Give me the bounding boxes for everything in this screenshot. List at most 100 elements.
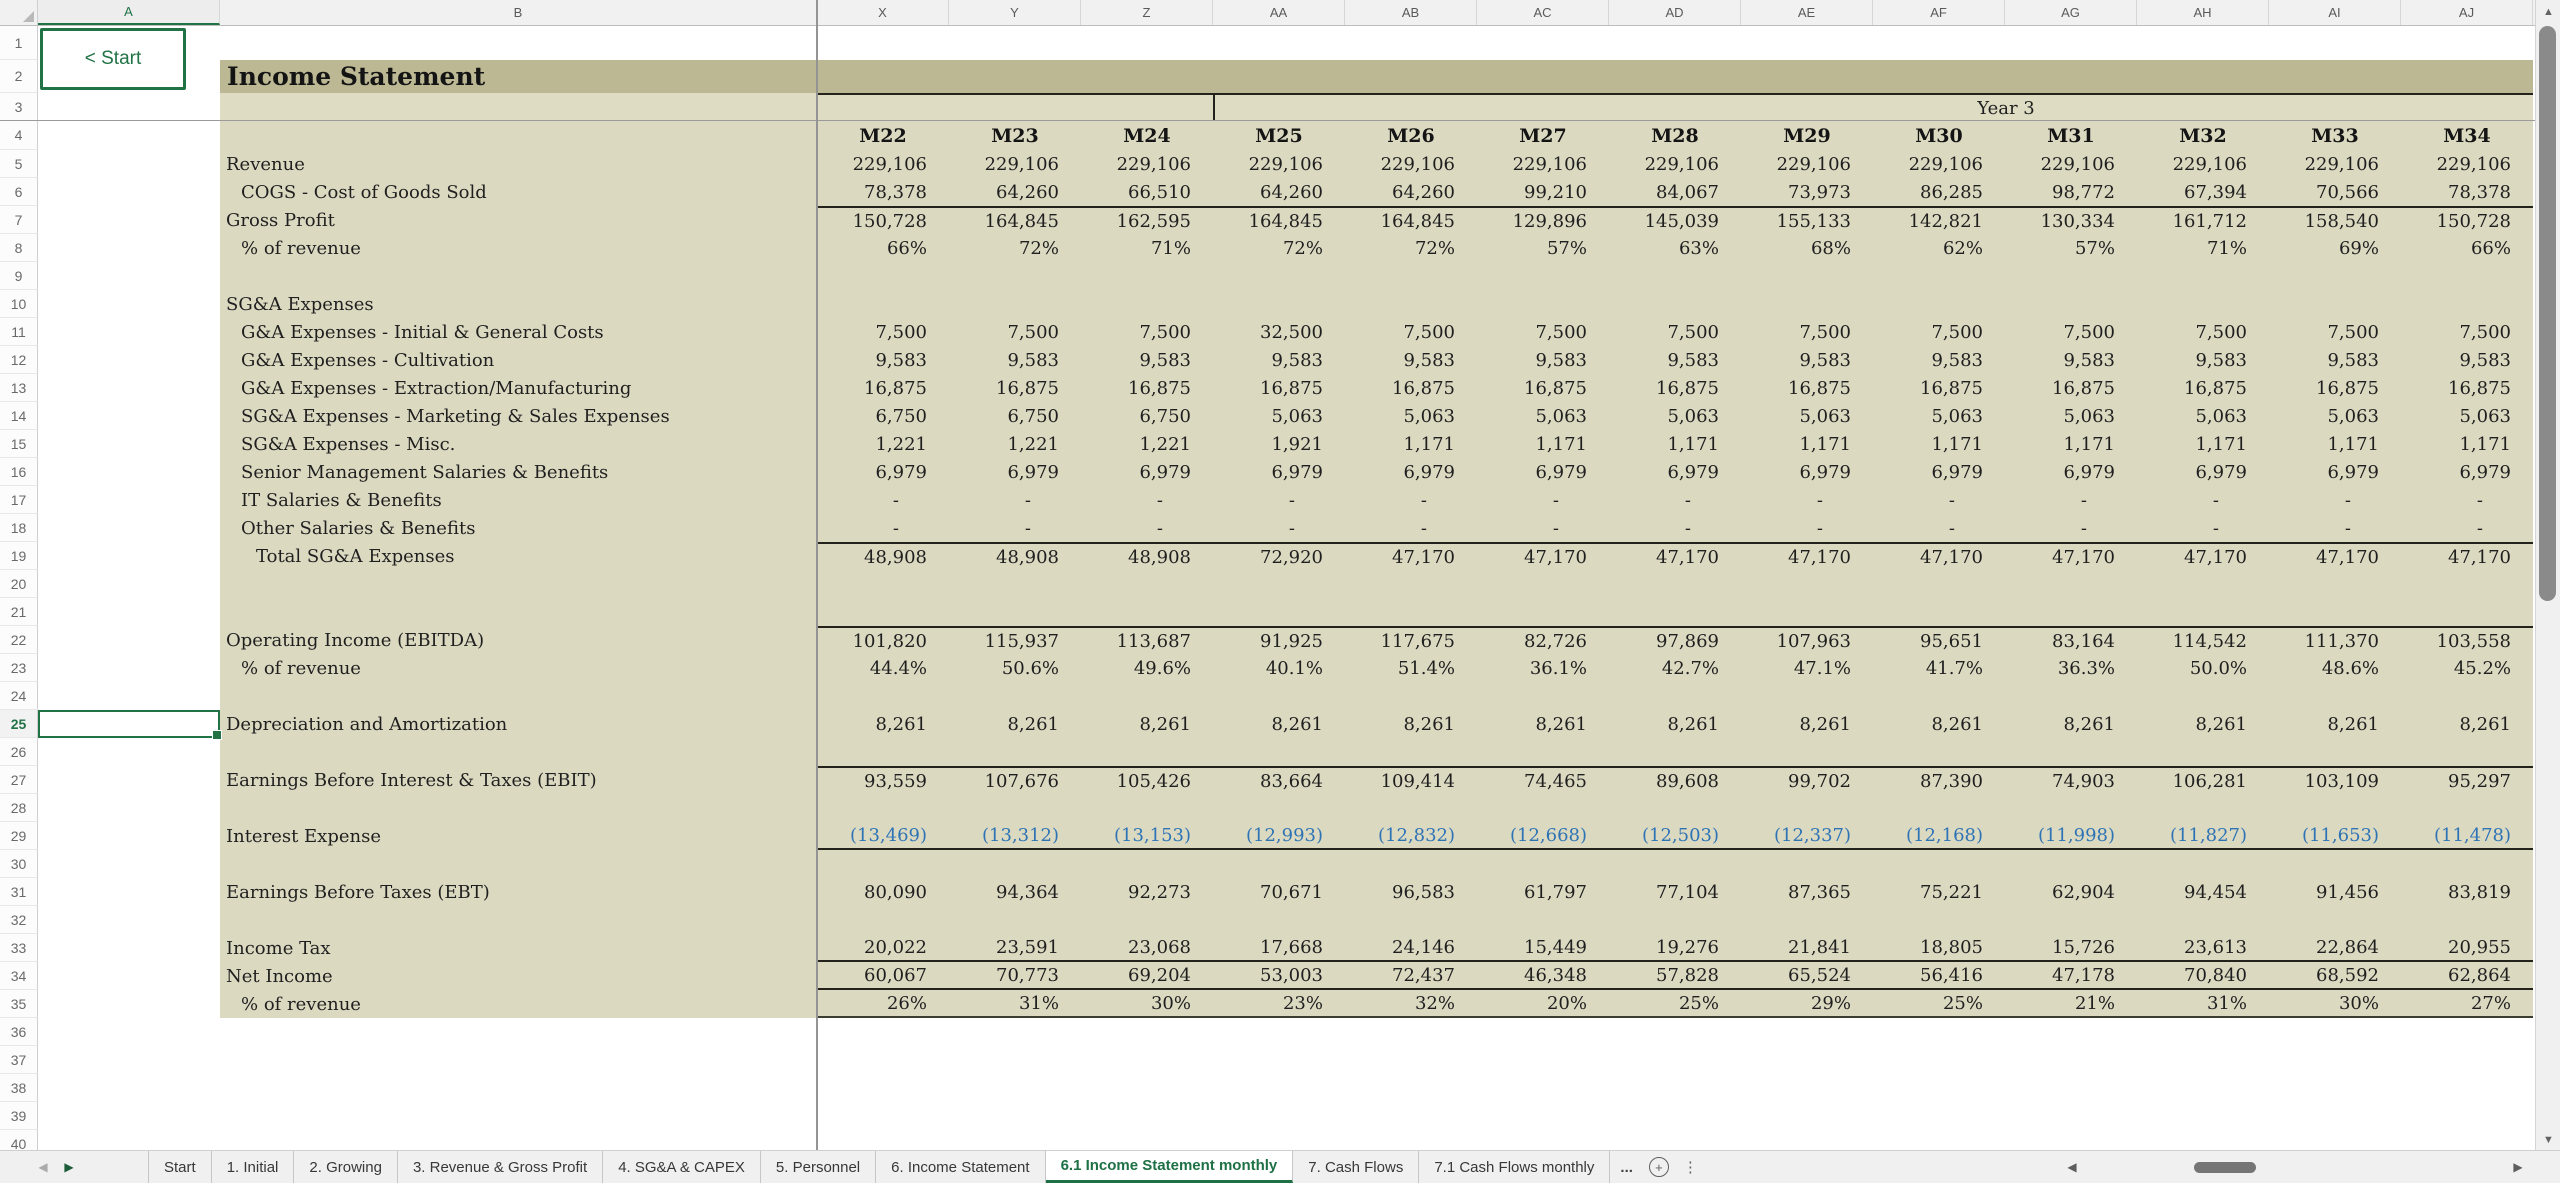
value-cell[interactable]: - [1081, 514, 1213, 542]
cell[interactable] [220, 598, 817, 626]
cell[interactable] [220, 1046, 817, 1074]
value-cell[interactable]: - [1609, 486, 1741, 514]
row-label-cell[interactable]: Other Salaries & Benefits [220, 514, 817, 542]
value-cell[interactable] [2137, 850, 2269, 878]
value-cell[interactable] [1873, 906, 2005, 934]
value-cell[interactable] [817, 598, 949, 626]
value-cell[interactable]: - [2269, 514, 2401, 542]
value-cell[interactable] [949, 1130, 1081, 1150]
value-cell[interactable] [2401, 1046, 2533, 1074]
value-cell[interactable]: 155,133 [1741, 206, 1873, 234]
value-cell[interactable]: 6,750 [817, 402, 949, 430]
value-cell[interactable]: 87,390 [1873, 766, 2005, 794]
value-cell[interactable] [1609, 598, 1741, 626]
row-number[interactable]: 4 [0, 121, 38, 150]
value-cell[interactable] [2401, 570, 2533, 598]
row-number[interactable]: 19 [0, 542, 38, 570]
value-cell[interactable] [2137, 1018, 2269, 1046]
value-cell[interactable] [2401, 1130, 2533, 1150]
value-cell[interactable]: 7,500 [1081, 318, 1213, 346]
value-cell[interactable]: 16,875 [2005, 374, 2137, 402]
value-cell[interactable]: - [1741, 514, 1873, 542]
cell[interactable] [949, 26, 1081, 60]
value-cell[interactable] [1345, 290, 1477, 318]
value-cell[interactable]: 7,500 [1873, 318, 2005, 346]
value-cell[interactable] [1873, 1018, 2005, 1046]
value-cell[interactable]: 7,500 [2005, 318, 2137, 346]
value-cell[interactable]: 62% [1873, 234, 2005, 262]
cell[interactable] [220, 121, 817, 150]
value-cell[interactable]: 6,750 [1081, 402, 1213, 430]
value-cell[interactable] [1609, 1018, 1741, 1046]
value-cell[interactable] [1873, 850, 2005, 878]
value-cell[interactable] [2401, 262, 2533, 290]
value-cell[interactable]: 70,671 [1213, 878, 1345, 906]
value-cell[interactable]: 25% [1873, 990, 2005, 1018]
value-cell[interactable]: 29% [1741, 990, 1873, 1018]
row-number[interactable]: 40 [0, 1130, 38, 1150]
cell[interactable] [38, 682, 220, 710]
sheet-tab-2[interactable]: 1. Initial [212, 1151, 295, 1183]
row-number[interactable]: 22 [0, 626, 38, 654]
value-cell[interactable]: 107,963 [1741, 626, 1873, 654]
value-cell[interactable] [1741, 1046, 1873, 1074]
value-cell[interactable]: 9,583 [2137, 346, 2269, 374]
column-header-Y[interactable]: Y [949, 0, 1081, 25]
value-cell[interactable] [2269, 1046, 2401, 1074]
value-cell[interactable] [1873, 598, 2005, 626]
value-cell[interactable] [1477, 570, 1609, 598]
row-number[interactable]: 2 [0, 60, 38, 93]
column-header-B[interactable]: B [220, 0, 817, 25]
value-cell[interactable]: 113,687 [1081, 626, 1213, 654]
value-cell[interactable]: 6,979 [2269, 458, 2401, 486]
value-cell[interactable]: - [2401, 514, 2533, 542]
value-cell[interactable] [2269, 682, 2401, 710]
value-cell[interactable]: 16,875 [1609, 374, 1741, 402]
value-cell[interactable]: - [2005, 486, 2137, 514]
value-cell[interactable]: 53,003 [1213, 962, 1345, 990]
value-cell[interactable] [2269, 1102, 2401, 1130]
value-cell[interactable]: 6,979 [1345, 458, 1477, 486]
row-number[interactable]: 23 [0, 654, 38, 682]
value-cell[interactable] [2401, 1018, 2533, 1046]
value-cell[interactable]: - [1477, 514, 1609, 542]
cell[interactable] [220, 850, 817, 878]
value-cell[interactable]: 9,583 [1873, 346, 2005, 374]
value-cell[interactable]: 23,613 [2137, 934, 2269, 962]
value-cell[interactable]: 87,365 [1741, 878, 1873, 906]
value-cell[interactable] [2137, 290, 2269, 318]
column-header-AH[interactable]: AH [2137, 0, 2269, 25]
cell[interactable] [1213, 26, 1345, 60]
value-cell[interactable] [1609, 794, 1741, 822]
cell[interactable] [38, 206, 220, 234]
row-number[interactable]: 1 [0, 26, 38, 60]
value-cell[interactable] [817, 850, 949, 878]
value-cell[interactable] [1213, 1018, 1345, 1046]
value-cell[interactable]: 41.7% [1873, 654, 2005, 682]
value-cell[interactable]: 47,170 [1609, 542, 1741, 570]
value-cell[interactable]: 49.6% [1081, 654, 1213, 682]
value-cell[interactable]: 229,106 [1873, 150, 2005, 178]
value-cell[interactable]: 6,750 [949, 402, 1081, 430]
value-cell[interactable]: - [1609, 514, 1741, 542]
value-cell[interactable]: 25% [1609, 990, 1741, 1018]
cell[interactable] [38, 402, 220, 430]
value-cell[interactable]: 95,297 [2401, 766, 2533, 794]
month-header[interactable]: M29 [1741, 121, 1873, 150]
value-cell[interactable] [1081, 262, 1213, 290]
value-cell[interactable] [1213, 906, 1345, 934]
value-cell[interactable]: 1,221 [949, 430, 1081, 458]
value-cell[interactable]: 16,875 [1213, 374, 1345, 402]
value-cell[interactable]: 109,414 [1345, 766, 1477, 794]
value-cell[interactable]: 56,416 [1873, 962, 2005, 990]
value-cell[interactable]: 63% [1609, 234, 1741, 262]
value-cell[interactable] [817, 262, 949, 290]
value-cell[interactable]: 47,170 [2137, 542, 2269, 570]
value-cell[interactable] [2269, 1074, 2401, 1102]
value-cell[interactable]: 48,908 [949, 542, 1081, 570]
value-cell[interactable] [2005, 1018, 2137, 1046]
value-cell[interactable]: 94,454 [2137, 878, 2269, 906]
sheet-tab-1[interactable]: Start [149, 1151, 212, 1183]
value-cell[interactable]: 9,583 [1081, 346, 1213, 374]
cell[interactable] [1081, 93, 1213, 121]
